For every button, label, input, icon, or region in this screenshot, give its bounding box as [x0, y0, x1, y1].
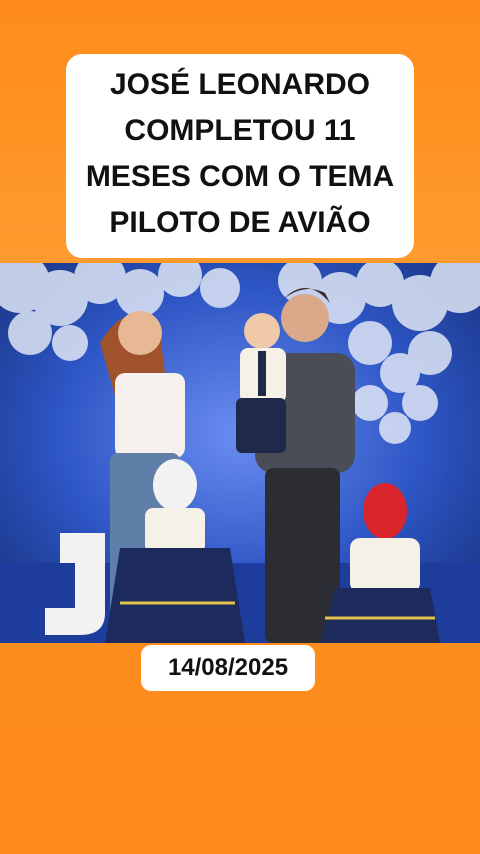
date-label: 14/08/2025 — [167, 654, 289, 681]
headline-line-2: COMPLETOU 11 — [124, 114, 356, 147]
headline: JOSÉ LEONARDO COMPLETOU 11 MESES COM O T… — [66, 62, 414, 246]
party-photo — [0, 263, 480, 643]
headline-line-3: MESES COM O TEMA — [85, 160, 395, 193]
headline-line-1: JOSÉ LEONARDO — [109, 68, 371, 101]
headline-line-4: PILOTO DE AVIÃO — [109, 206, 371, 239]
party-photo-illustration — [0, 263, 480, 643]
